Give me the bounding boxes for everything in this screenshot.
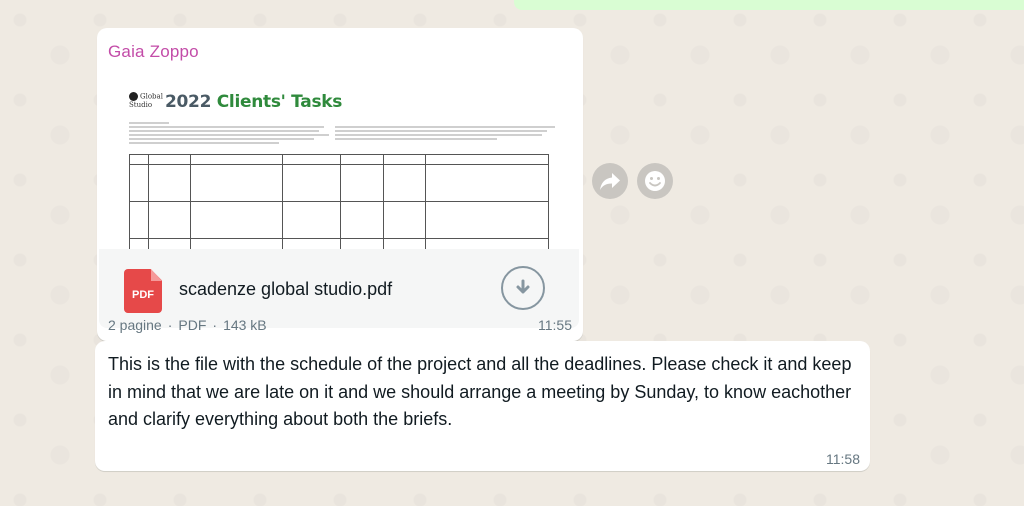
pdf-icon-label: PDF xyxy=(132,289,154,301)
download-icon xyxy=(516,279,530,294)
document-title: 2022 Clients' Tasks xyxy=(165,92,343,112)
file-type: PDF xyxy=(178,317,207,333)
document-schedule-table xyxy=(129,154,550,249)
forward-icon xyxy=(600,173,620,190)
document-preview[interactable]: Global Studio 2022 Clients' Tasks xyxy=(99,76,581,249)
emoji-reaction-button[interactable] xyxy=(637,163,673,199)
emoji-icon xyxy=(645,171,665,191)
forward-button[interactable] xyxy=(592,163,628,199)
download-button[interactable] xyxy=(501,266,545,310)
document-page: Global Studio 2022 Clients' Tasks xyxy=(129,92,559,249)
file-metadata: 2 pagine · PDF · 143 kB xyxy=(108,317,267,333)
text-message-bubble[interactable]: This is the file with the schedule of th… xyxy=(95,341,870,471)
page-count: 2 pagine xyxy=(108,317,162,333)
message-time: 11:58 xyxy=(826,451,860,467)
outgoing-message-bubble xyxy=(514,0,1024,10)
document-logo: Global Studio xyxy=(129,92,163,109)
globe-icon xyxy=(129,92,138,101)
file-size: 143 kB xyxy=(223,317,267,333)
file-message-bubble[interactable]: Gaia Zoppo Global Studio 2022 Clients' T… xyxy=(97,28,583,341)
sender-name[interactable]: Gaia Zoppo xyxy=(108,42,199,62)
file-name: scadenze global studio.pdf xyxy=(179,279,393,299)
message-time: 11:55 xyxy=(538,317,572,333)
document-text-lines xyxy=(129,120,559,146)
message-text: This is the file with the schedule of th… xyxy=(108,354,852,429)
